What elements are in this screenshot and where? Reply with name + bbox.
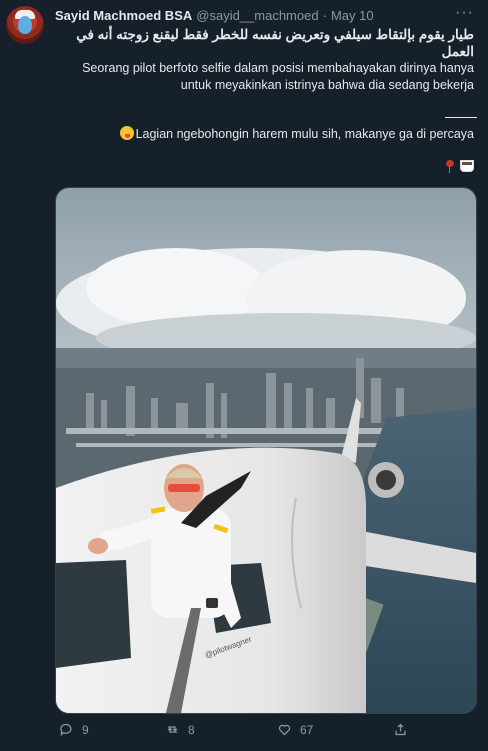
reply-count: 9 [82, 722, 89, 737]
author-handle[interactable]: @sayid__machmoed [196, 8, 318, 23]
tweet-date[interactable]: May 10 [331, 8, 374, 23]
retweet-count: 8 [188, 722, 195, 737]
coffee-emoji-icon [460, 160, 474, 172]
tweet-photo[interactable]: @pilotwagner [55, 187, 477, 714]
reply-icon [60, 723, 72, 737]
more-icon[interactable]: ··· [455, 4, 474, 22]
tweet-text-arabic: طيار يقوم بإلتقاط سيلفي وتعريض نفسه للخط… [76, 27, 474, 59]
tongue-emoji-icon [119, 126, 134, 140]
pilot-selfie-image: @pilotwagner [56, 188, 476, 713]
action-bar: 9 8 67 [55, 722, 465, 740]
rose-emoji-icon [445, 160, 454, 173]
avatar[interactable] [6, 6, 44, 44]
retweet-button[interactable]: 8 [165, 722, 195, 737]
reply-button[interactable]: 9 [59, 722, 89, 737]
like-button[interactable]: 67 [277, 722, 313, 737]
translation-line-2: untuk meyakinkan istrinya bahwa dia seda… [180, 78, 474, 92]
separator: · [322, 8, 327, 23]
share-icon [395, 723, 406, 736]
share-button[interactable] [393, 722, 408, 737]
tweet-comment: Lagian ngebohongin harem mulu sih, makan… [55, 126, 474, 143]
retweet-icon [167, 726, 178, 733]
like-count: 67 [300, 722, 314, 737]
tweet-header: Sayid Machmoed BSA @sayid__machmoed · Ma… [55, 8, 374, 23]
divider-line [445, 117, 477, 118]
author-name[interactable]: Sayid Machmoed BSA [55, 8, 192, 23]
like-icon [278, 724, 291, 736]
tweet-translation: Seorang pilot berfoto selfie dalam posis… [55, 60, 474, 94]
translation-line-1: Seorang pilot berfoto selfie dalam posis… [82, 61, 474, 75]
comment-text: Lagian ngebohongin harem mulu sih, makan… [135, 127, 474, 141]
emoji-line [55, 158, 474, 175]
